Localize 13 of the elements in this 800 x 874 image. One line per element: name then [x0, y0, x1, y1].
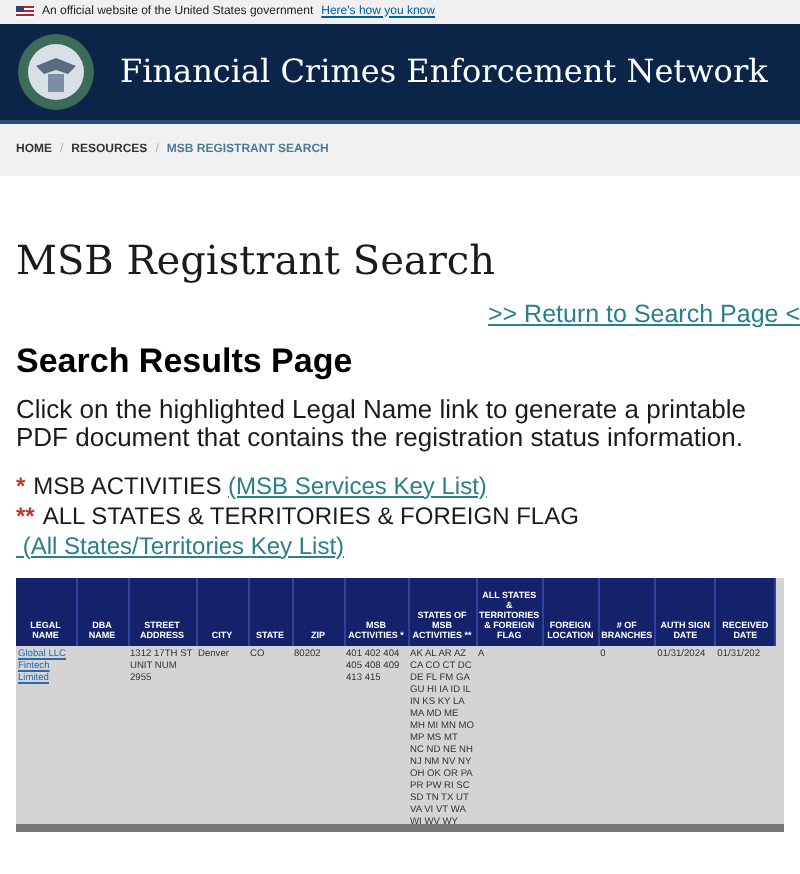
key-list-link[interactable]: (MSB Services Key List)	[228, 471, 487, 502]
key-label: MSB ACTIVITIES	[33, 471, 224, 500]
key-label: ALL STATES & TERRITORIES & FOREIGN FLAG	[42, 501, 579, 530]
section-heading: Search Results Page	[14, 339, 355, 384]
return-link[interactable]: >> Return to Search Page <	[487, 296, 800, 334]
asterisk-marker: *	[16, 471, 26, 500]
site-title: Financial Crimes Enforcement Network	[120, 50, 768, 94]
page-title: MSB Registrant Search	[14, 234, 497, 286]
flag-icon	[16, 6, 34, 18]
intro-text: Click on the highlighted Legal Name link to generate a printable PDF document that contains the registration status information.	[14, 395, 748, 452]
key-list-link[interactable]: (All States/Territories Key List)	[16, 531, 345, 562]
seal-icon	[16, 32, 96, 112]
asterisk-marker: **	[16, 501, 35, 530]
